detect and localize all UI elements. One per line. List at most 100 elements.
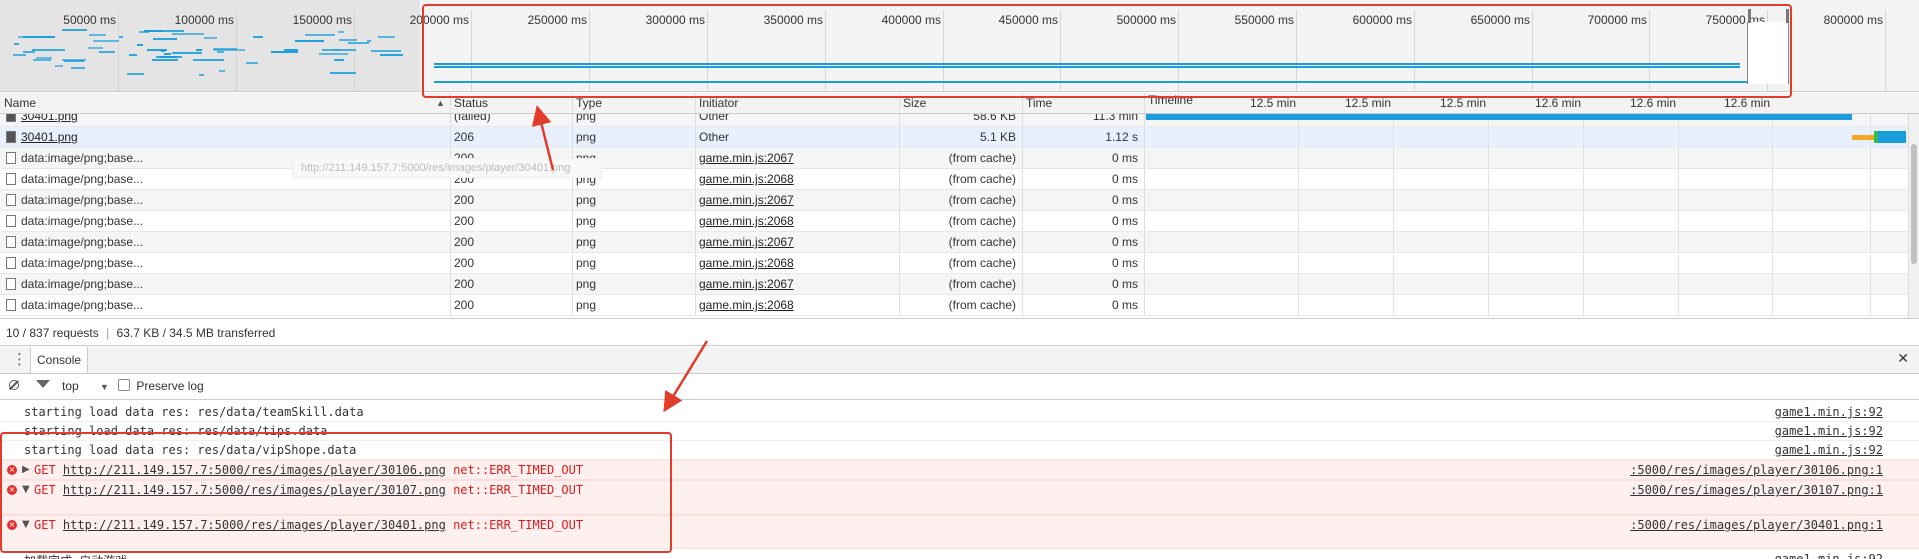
timeline-gridline xyxy=(1298,232,1299,252)
timeline-gridline xyxy=(1772,232,1773,252)
message-source-link[interactable]: game1.min.js:92 xyxy=(1775,552,1883,559)
column-separator xyxy=(899,253,900,273)
network-scrollbar[interactable] xyxy=(1908,114,1919,318)
cell-size: (from cache) xyxy=(899,190,1022,210)
table-row[interactable]: data:image/png;base...200pnggame.min.js:… xyxy=(0,232,1919,253)
table-row[interactable]: data:image/png;base...200pnggame.min.js:… xyxy=(0,190,1919,211)
cell-initiator[interactable]: game.min.js:2068 xyxy=(695,169,899,189)
cell-time: 0 ms xyxy=(1022,211,1144,231)
cell-initiator-text[interactable]: game.min.js:2067 xyxy=(699,151,794,165)
cell-initiator-text[interactable]: game.min.js:2068 xyxy=(699,214,794,228)
cell-name-text[interactable]: 30401.png xyxy=(21,130,78,144)
request-count: 10 / 837 requests xyxy=(6,326,99,340)
overview-request-bar xyxy=(339,39,357,41)
cell-name-text[interactable]: data:image/png;base... xyxy=(21,277,143,291)
cell-name-text[interactable]: data:image/png;base... xyxy=(21,235,143,249)
cell-size: 5.1 KB xyxy=(899,127,1022,147)
timeline-gridline xyxy=(1870,114,1871,126)
table-row[interactable]: data:image/png;base...200pnggame.min.js:… xyxy=(0,211,1919,232)
table-row[interactable]: data:image/png;base...200pnggame.min.js:… xyxy=(0,169,1919,190)
cell-time-text: 0 ms xyxy=(1111,172,1138,186)
overview-request-bar xyxy=(55,65,63,67)
timeline-gridline xyxy=(1870,190,1871,210)
column-separator xyxy=(1022,190,1023,210)
cell-name[interactable]: data:image/png;base... xyxy=(0,190,450,210)
cell-initiator[interactable]: game.min.js:2067 xyxy=(695,232,899,252)
column-separator xyxy=(1022,232,1023,252)
cell-initiator-text[interactable]: game.min.js:2068 xyxy=(699,298,794,312)
filter-icon[interactable] xyxy=(36,380,50,388)
col-header-name[interactable]: Name ▲ xyxy=(0,93,450,113)
message-source-link[interactable]: game1.min.js:92 xyxy=(1775,443,1883,457)
cell-initiator-text[interactable]: game.min.js:2068 xyxy=(699,256,794,270)
cell-initiator-text[interactable]: game.min.js:2067 xyxy=(699,277,794,291)
message-source-link[interactable]: :5000/res/images/player/30107.png:1 xyxy=(1630,483,1883,497)
cell-name-text[interactable]: 30401.png xyxy=(21,114,78,123)
cell-name-text[interactable]: data:image/png;base... xyxy=(21,193,143,207)
message-source-link[interactable]: game1.min.js:92 xyxy=(1775,424,1883,438)
column-separator xyxy=(1144,232,1145,252)
column-separator xyxy=(899,295,900,315)
overview-request-bar xyxy=(137,44,143,46)
network-scrollbar-thumb[interactable] xyxy=(1911,144,1917,264)
cell-status: (failed) xyxy=(450,114,572,126)
cell-initiator[interactable]: game.min.js:2067 xyxy=(695,148,899,168)
cell-name[interactable]: data:image/png;base... xyxy=(0,295,450,315)
clear-console-icon[interactable] xyxy=(8,380,19,390)
cell-initiator-text[interactable]: game.min.js:2068 xyxy=(699,172,794,186)
context-selector[interactable]: top ▼ xyxy=(62,374,109,400)
overview-request-bar xyxy=(334,59,344,61)
cell-name[interactable]: data:image/png;base... xyxy=(0,274,450,294)
close-icon[interactable]: ✕ xyxy=(1897,351,1909,367)
table-row[interactable]: data:image/png;base...200pnggame.min.js:… xyxy=(0,253,1919,274)
cell-name-text[interactable]: data:image/png;base... xyxy=(21,214,143,228)
cell-name-text[interactable]: data:image/png;base... xyxy=(21,256,143,270)
cell-type-text: png xyxy=(576,277,597,291)
cell-name[interactable]: 30401.png xyxy=(0,114,450,126)
preserve-log-toggle[interactable]: Preserve log xyxy=(118,374,204,399)
overview-request-bar xyxy=(338,31,344,33)
cell-name[interactable]: data:image/png;base... xyxy=(0,253,450,273)
message-source-link[interactable]: :5000/res/images/player/30401.png:1 xyxy=(1630,518,1883,532)
cell-initiator[interactable]: game.min.js:2067 xyxy=(695,274,899,294)
overview-request-bar xyxy=(214,49,245,51)
chevron-down-icon: ▼ xyxy=(100,382,109,392)
drawer-menu-icon[interactable]: ⋮ xyxy=(12,350,27,368)
cell-initiator-text[interactable]: game.min.js:2067 xyxy=(699,193,794,207)
timeline-gridline xyxy=(1583,127,1584,147)
message-source-link[interactable]: :5000/res/images/player/30106.png:1 xyxy=(1630,463,1883,477)
table-row[interactable]: 30401.png (failed) png Other 58.6 KB 11.3 min xyxy=(0,114,1919,127)
table-row[interactable]: 30401.png 206 png Other 5.1 KB 1.12 s xyxy=(0,127,1919,148)
cell-initiator[interactable]: game.min.js:2068 xyxy=(695,253,899,273)
cell-status: 200 xyxy=(450,211,572,231)
cell-initiator[interactable]: game.min.js:2068 xyxy=(695,211,899,231)
table-row[interactable]: data:image/png;base...200pnggame.min.js:… xyxy=(0,295,1919,316)
overview-request-bar xyxy=(93,40,119,42)
column-separator xyxy=(899,232,900,252)
cell-status: 200 xyxy=(450,295,572,315)
preserve-log-checkbox[interactable] xyxy=(118,379,130,391)
timeline-gridline xyxy=(1298,253,1299,273)
timeline-gridline xyxy=(1678,127,1679,147)
tab-console[interactable]: Console xyxy=(30,347,89,373)
cell-name-text[interactable]: data:image/png;base... xyxy=(21,298,143,312)
table-row[interactable]: data:image/png;base...200pnggame.min.js:… xyxy=(0,148,1919,169)
cell-name[interactable]: data:image/png;base... xyxy=(0,211,450,231)
cell-initiator[interactable]: game.min.js:2067 xyxy=(695,190,899,210)
timeline-gridline xyxy=(1488,169,1489,189)
console-log-message[interactable]: starting load data res: res/data/teamSki… xyxy=(0,403,1919,422)
table-row[interactable]: data:image/png;base...200pnggame.min.js:… xyxy=(0,274,1919,295)
cell-name[interactable]: data:image/png;base... xyxy=(0,232,450,252)
cell-initiator[interactable]: game.min.js:2068 xyxy=(695,295,899,315)
timeline-gridline xyxy=(1583,190,1584,210)
cell-initiator-text[interactable]: game.min.js:2067 xyxy=(699,235,794,249)
overview-tick-label: 150000 ms xyxy=(292,13,352,27)
timeline-gridline xyxy=(1772,253,1773,273)
cell-name-text[interactable]: data:image/png;base... xyxy=(21,151,143,165)
message-source-link[interactable]: game1.min.js:92 xyxy=(1775,405,1883,419)
network-request-list[interactable]: 30401.png (failed) png Other 58.6 KB 11.3 min… xyxy=(0,114,1919,318)
timeline-gridline xyxy=(1488,295,1489,315)
cell-name-text[interactable]: data:image/png;base... xyxy=(21,172,143,186)
overview-request-bar xyxy=(172,52,202,54)
cell-name[interactable]: 30401.png xyxy=(0,127,450,147)
